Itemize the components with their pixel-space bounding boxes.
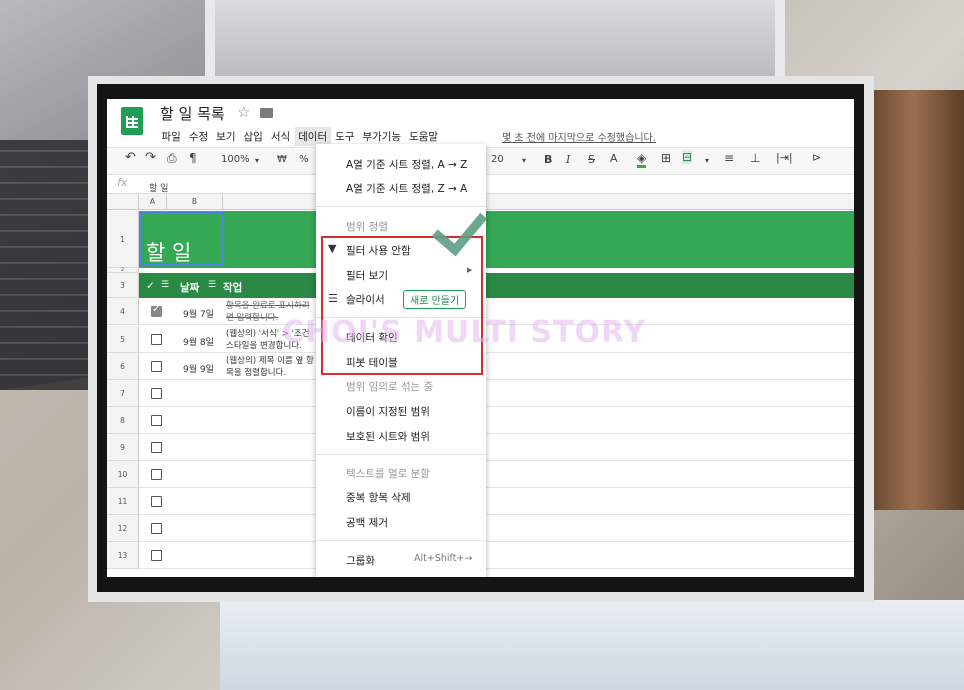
row-header[interactable]: 6	[107, 353, 139, 380]
table-row	[139, 461, 854, 488]
row-header[interactable]: 10	[107, 461, 139, 488]
task-checkbox[interactable]	[151, 442, 162, 453]
table-row	[139, 434, 854, 461]
row-header[interactable]: 3	[107, 273, 139, 298]
background-wood-block	[872, 90, 964, 510]
title-band	[139, 211, 854, 268]
check-column-header: ✓	[146, 280, 155, 292]
menu-item-remove-duplicates[interactable]: 중복 항목 삭제	[346, 490, 411, 505]
currency-button[interactable]: ₩	[277, 154, 287, 165]
group-shortcut: Alt+Shift+→	[414, 553, 473, 564]
date-column-header: 날짜	[180, 282, 200, 294]
header-band	[139, 273, 854, 298]
menu-insert[interactable]: 삽입	[240, 127, 266, 146]
print-icon[interactable]: ⎙	[167, 151, 177, 166]
last-edit-link[interactable]: 몇 초 전에 마지막으로 수정했습니다.	[502, 129, 656, 144]
menu-item-randomize: 범위 임의로 섞는 중	[346, 381, 434, 393]
merge-cells-icon[interactable]: ⊟	[682, 150, 693, 164]
menu-item-sort-za[interactable]: A열 기준 시트 정렬, Z → A	[346, 181, 467, 196]
task-checkbox[interactable]	[151, 469, 162, 480]
menu-item-named-ranges[interactable]: 이름이 지정된 범위	[346, 404, 430, 419]
task-checkbox[interactable]	[151, 388, 162, 399]
table-row	[139, 542, 854, 569]
task-checkbox[interactable]	[151, 496, 162, 507]
text-rotate-icon[interactable]: ⊳	[812, 151, 821, 164]
italic-button[interactable]: I	[566, 153, 570, 166]
strikethrough-button[interactable]: S	[588, 153, 595, 166]
menu-item-split-text: 텍스트를 열로 분할	[346, 468, 430, 480]
menu-item-sort-az[interactable]: A열 기준 시트 정렬, A → Z	[346, 157, 467, 172]
task-checkbox[interactable]	[151, 334, 162, 345]
row-header[interactable]: 8	[107, 407, 139, 434]
column-header-a[interactable]: A	[139, 194, 167, 210]
bold-button[interactable]: B	[544, 153, 552, 166]
task-cell[interactable]: (웹상의) 제목 이름 옆 항목을 정렬합니다.	[226, 355, 316, 379]
document-title[interactable]: 할 일 목록	[160, 103, 225, 124]
filter-icon[interactable]: ☰	[161, 280, 169, 290]
task-column-header: 작업	[223, 282, 243, 294]
task-checkbox[interactable]	[151, 415, 162, 426]
menu-file[interactable]: 파일	[158, 127, 184, 146]
row-header[interactable]: 9	[107, 434, 139, 461]
highlight-box	[321, 236, 483, 375]
chevron-down-icon: ▾	[522, 156, 527, 165]
table-row	[139, 380, 854, 407]
task-checkbox[interactable]	[151, 550, 162, 561]
chevron-down-icon[interactable]: ▾	[255, 156, 259, 165]
task-checkbox[interactable]	[151, 361, 162, 372]
font-size-select[interactable]: 20	[491, 154, 504, 165]
star-icon[interactable]: ☆	[237, 103, 250, 121]
menu-item-trim-whitespace[interactable]: 공백 제거	[346, 515, 388, 530]
menu-format[interactable]: 서식	[267, 127, 293, 146]
task-checkbox[interactable]	[151, 304, 162, 317]
watermark: CHOI'S MULTI STORY	[282, 315, 647, 350]
percent-button[interactable]: %	[299, 154, 309, 165]
background-paper	[220, 600, 964, 690]
align-left-icon[interactable]: ≡	[724, 151, 734, 165]
row-header[interactable]: 11	[107, 488, 139, 515]
vertical-align-icon[interactable]: ⊥	[750, 151, 760, 165]
row-header[interactable]: 7	[107, 380, 139, 407]
chevron-down-icon: ▾	[705, 156, 710, 165]
row-header[interactable]: 1	[107, 211, 139, 268]
menu-item-group[interactable]: 그룹화	[346, 553, 375, 568]
fx-icon: fx	[117, 176, 128, 189]
redo-icon[interactable]: ↷	[145, 150, 156, 165]
borders-icon[interactable]: ⊞	[661, 151, 671, 165]
row-header[interactable]: 5	[107, 326, 139, 353]
row-header[interactable]: 4	[107, 298, 139, 325]
sheets-logo-icon[interactable]	[121, 107, 143, 135]
column-header-b[interactable]: B	[167, 194, 223, 210]
formula-input[interactable]: 할 일	[149, 181, 168, 194]
row-header[interactable]: 12	[107, 515, 139, 542]
undo-icon[interactable]: ↶	[125, 150, 136, 165]
fill-color-icon[interactable]: ◈	[637, 151, 647, 168]
date-cell[interactable]: 9월 8일	[183, 335, 214, 348]
date-cell[interactable]: 9월 9일	[183, 362, 214, 375]
folder-icon[interactable]	[260, 108, 273, 118]
text-color-button[interactable]: A	[610, 152, 618, 165]
date-cell[interactable]: 9월 7일	[183, 307, 214, 320]
menu-edit[interactable]: 수정	[185, 127, 211, 146]
background-keyboard	[0, 140, 90, 390]
menu-item-protected-ranges[interactable]: 보호된 시트와 범위	[346, 429, 430, 444]
text-wrap-icon[interactable]: |⇥|	[776, 151, 793, 164]
menu-item-sort-range: 범위 정렬	[346, 221, 388, 233]
table-row	[139, 515, 854, 542]
paint-format-icon[interactable]: ¶	[189, 151, 197, 165]
row-header[interactable]: 13	[107, 542, 139, 569]
task-checkbox[interactable]	[151, 523, 162, 534]
zoom-select[interactable]: 100%	[221, 154, 250, 165]
corner-cell[interactable]	[107, 194, 139, 210]
menu-view[interactable]: 보기	[213, 127, 239, 146]
table-row	[139, 407, 854, 434]
table-row	[139, 488, 854, 515]
filter-icon[interactable]: ☰	[208, 280, 216, 290]
sheet-title: 할 일	[146, 241, 192, 265]
